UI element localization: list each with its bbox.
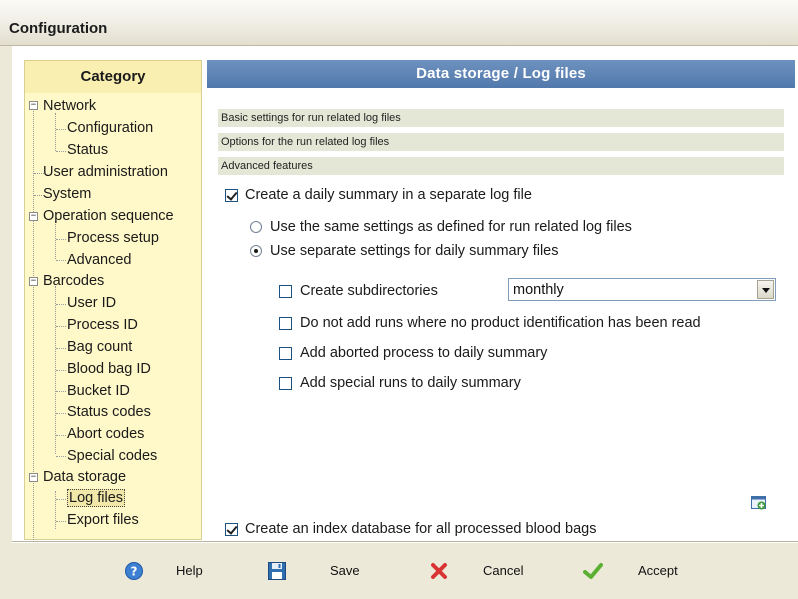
tree-branch: [56, 499, 66, 500]
aborted-process-label: Add aborted process to daily summary: [300, 345, 548, 361]
tree-branch: [56, 304, 66, 305]
section-basic-settings[interactable]: Basic settings for run related log files: [218, 109, 784, 127]
sidebar-item-data-storage[interactable]: Data storage: [43, 467, 126, 488]
main-content: Category − Network Configuration Status …: [12, 46, 798, 541]
add-window-icon[interactable]: [751, 495, 767, 511]
tree-branch: [56, 151, 66, 152]
no-product-id-label: Do not add runs where no product identif…: [300, 315, 701, 331]
sidebar-item-blood-bag-id[interactable]: Blood bag ID: [67, 359, 151, 380]
sidebar-item-special-codes[interactable]: Special codes: [67, 446, 157, 467]
cancel-button[interactable]: Cancel: [429, 560, 529, 588]
tree-connector: [55, 491, 56, 529]
sidebar-item-abort-codes[interactable]: Abort codes: [67, 424, 144, 445]
tree-branch: [56, 521, 66, 522]
collapse-icon[interactable]: −: [29, 212, 38, 221]
index-database-checkbox[interactable]: [225, 523, 238, 536]
radio-same-settings[interactable]: [250, 221, 262, 233]
accept-button[interactable]: Accept: [583, 560, 693, 588]
help-icon: ?: [125, 562, 143, 580]
sidebar-item-user-id[interactable]: User ID: [67, 293, 116, 314]
sidebar-header: Category: [25, 61, 201, 93]
collapse-icon[interactable]: −: [29, 277, 38, 286]
sidebar-item-bag-count[interactable]: Bag count: [67, 337, 132, 358]
select-value: monthly: [513, 282, 564, 298]
svg-text:?: ?: [131, 565, 138, 579]
collapse-icon[interactable]: −: [29, 101, 38, 110]
tree-branch: [56, 370, 66, 371]
sidebar-item-barcodes[interactable]: Barcodes: [43, 271, 104, 292]
tree-branch: [56, 456, 66, 457]
sidebar-item-advanced[interactable]: Advanced: [67, 250, 132, 271]
checkmark-icon: [583, 563, 603, 579]
daily-summary-checkbox[interactable]: [225, 189, 238, 202]
sidebar-item-bucket-id[interactable]: Bucket ID: [67, 381, 130, 402]
sidebar-item-export-files[interactable]: Export files: [67, 510, 139, 531]
tree-branch: [56, 260, 66, 261]
index-database-label: Create an index database for all process…: [245, 521, 597, 537]
chevron-down-icon[interactable]: [757, 280, 774, 299]
tree-branch: [56, 129, 66, 130]
save-button[interactable]: Save: [267, 560, 367, 588]
button-bar: ? Help Save Cancel Accept: [0, 543, 798, 599]
radio-separate-settings-label: Use separate settings for daily summary …: [270, 243, 559, 259]
aborted-process-checkbox[interactable]: [279, 347, 292, 360]
subdirectories-label: Create subdirectories: [300, 283, 438, 299]
radio-same-settings-label: Use the same settings as defined for run…: [270, 219, 632, 235]
sidebar-item-process-id[interactable]: Process ID: [67, 315, 138, 336]
sidebar-item-configuration[interactable]: Configuration: [67, 118, 153, 139]
close-icon: [431, 563, 447, 579]
sidebar-item-process-setup[interactable]: Process setup: [67, 228, 159, 249]
collapse-icon[interactable]: −: [29, 473, 38, 482]
section-options[interactable]: Options for the run related log files: [218, 133, 784, 151]
tree-branch: [56, 326, 66, 327]
sidebar-item-user-administration[interactable]: User administration: [43, 162, 168, 183]
sidebar-item-network[interactable]: Network: [43, 96, 96, 117]
tree-branch: [56, 239, 66, 240]
subdirectory-interval-select[interactable]: monthly: [508, 278, 776, 301]
no-product-id-checkbox[interactable]: [279, 317, 292, 330]
window-title: Configuration: [9, 20, 108, 37]
sidebar-item-operation-sequence[interactable]: Operation sequence: [43, 206, 174, 227]
section-advanced-features[interactable]: Advanced features: [218, 157, 784, 175]
help-button[interactable]: ? Help: [124, 560, 204, 588]
special-runs-checkbox[interactable]: [279, 377, 292, 390]
sidebar-item-status-codes[interactable]: Status codes: [67, 402, 151, 423]
category-sidebar: Category − Network Configuration Status …: [24, 60, 202, 540]
window-frame: [0, 46, 12, 599]
tree-branch: [56, 413, 66, 414]
special-runs-label: Add special runs to daily summary: [300, 375, 521, 391]
floppy-disk-icon: [268, 562, 286, 580]
panel-title: Data storage / Log files: [207, 60, 795, 88]
daily-summary-label: Create a daily summary in a separate log…: [245, 187, 532, 203]
tree-branch: [56, 391, 66, 392]
sidebar-item-status[interactable]: Status: [67, 140, 108, 161]
sidebar-item-system[interactable]: System: [43, 184, 91, 205]
tree-branch: [56, 348, 66, 349]
sidebar-item-log-files[interactable]: Log files: [67, 488, 126, 509]
tree-branch: [56, 435, 66, 436]
subdirectories-checkbox[interactable]: [279, 285, 292, 298]
radio-separate-settings[interactable]: [250, 245, 262, 257]
window-titlebar: Configuration: [0, 0, 798, 46]
tree-connector: [55, 113, 56, 151]
